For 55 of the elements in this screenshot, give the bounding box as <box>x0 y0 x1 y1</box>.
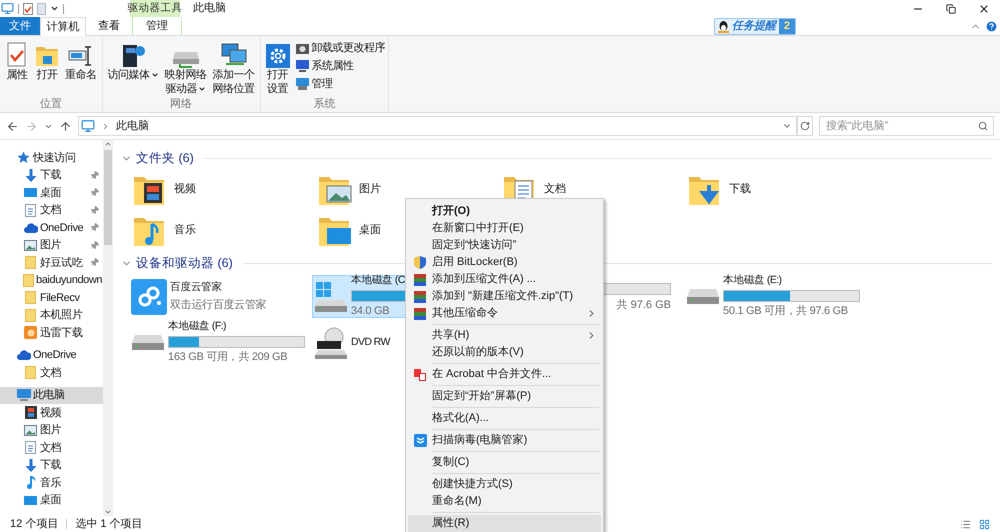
contextual-tab-header: 驱动器工具 <box>130 0 180 17</box>
sidebar-label: 视频 <box>40 406 62 420</box>
sidebar-label: 迅雷下载 <box>40 326 82 340</box>
menu-label: 打开(O) <box>432 204 470 220</box>
sidebar-label: 快速访问 <box>33 150 76 166</box>
drive-space: 共 97.6 GB <box>616 298 671 314</box>
menu-label: 复制(C) <box>432 455 470 470</box>
sidebar-label: OneDrive <box>33 348 76 363</box>
reminder-count: 2 <box>778 19 795 34</box>
menu-label: 固定到“开始”屏幕(P) <box>432 388 531 404</box>
sidebar-label: 图片 <box>40 238 62 253</box>
sidebar-label: 桌面 <box>40 186 62 200</box>
sidebar-label: 文档 <box>40 440 62 456</box>
drive-name: 本地磁盘 (E:) <box>723 273 782 288</box>
drive-name: 本地磁盘 (C <box>351 273 405 288</box>
menu-label: 启用 BitLocker(B) <box>432 254 518 270</box>
drive-space: 34.0 GB <box>351 304 390 320</box>
sidebar-label: OneDrive <box>40 220 84 236</box>
window-title: 此电脑 <box>193 0 226 16</box>
menu-label: 属性(R) <box>432 516 470 532</box>
sidebar-label: 本机照片 <box>40 308 82 323</box>
menu-label: 在 Acrobat 中合并文件... <box>432 366 552 382</box>
menu-label: 在新窗口中打开(E) <box>432 220 524 236</box>
selection-count: 选中 1 个项目 <box>75 516 143 532</box>
sidebar-label: 音乐 <box>40 476 62 490</box>
drive-space: 50.1 GB 可用，共 97.6 GB <box>723 304 848 320</box>
menu-label: 还原以前的版本(V) <box>432 345 524 360</box>
menu-label: 固定到“快速访问” <box>432 238 516 254</box>
item-count: 12 个项目 <box>10 516 58 532</box>
sidebar-label: 文档 <box>40 366 62 380</box>
ribbon-group-label: 网络 <box>169 97 193 112</box>
drive-name: 本地磁盘 (F:) <box>168 319 226 334</box>
section-title: 文件夹 (6) <box>136 150 194 167</box>
task-reminder-label: 任务提醒 <box>732 18 778 34</box>
menu-label: 创建快捷方式(S) <box>432 476 513 492</box>
drive-subtitle: 双击运行百度云管家 <box>170 298 266 313</box>
sidebar-label: 桌面 <box>40 492 62 508</box>
sidebar-label: 好豆试吃 <box>40 256 82 270</box>
sidebar-label: 图片 <box>40 423 62 438</box>
sidebar-label: baiduyundown <box>36 273 102 288</box>
ribbon-group-label: 系统 <box>312 96 336 112</box>
sidebar-label: 此电脑 <box>33 388 65 403</box>
menu-label: 重命名(M) <box>432 494 482 510</box>
drive-space: 163 GB 可用，共 209 GB <box>168 350 288 366</box>
ribbon-group-label: 位置 <box>38 97 63 112</box>
sidebar-label: 下载 <box>40 458 62 473</box>
menu-label: 格式化(A)... <box>432 411 489 426</box>
sidebar-label: FileRecv <box>40 290 80 306</box>
sidebar-label: 下载 <box>40 168 62 183</box>
section-title: 设备和驱动器 (6) <box>136 254 233 272</box>
sidebar-label: 文档 <box>40 202 62 218</box>
menu-label: 共享(H) <box>432 328 470 344</box>
menu-label: 扫描病毒(电脑管家) <box>432 432 528 448</box>
drive-name: DVD RW <box>351 334 390 350</box>
drive-name: 百度云管家 <box>170 280 222 295</box>
